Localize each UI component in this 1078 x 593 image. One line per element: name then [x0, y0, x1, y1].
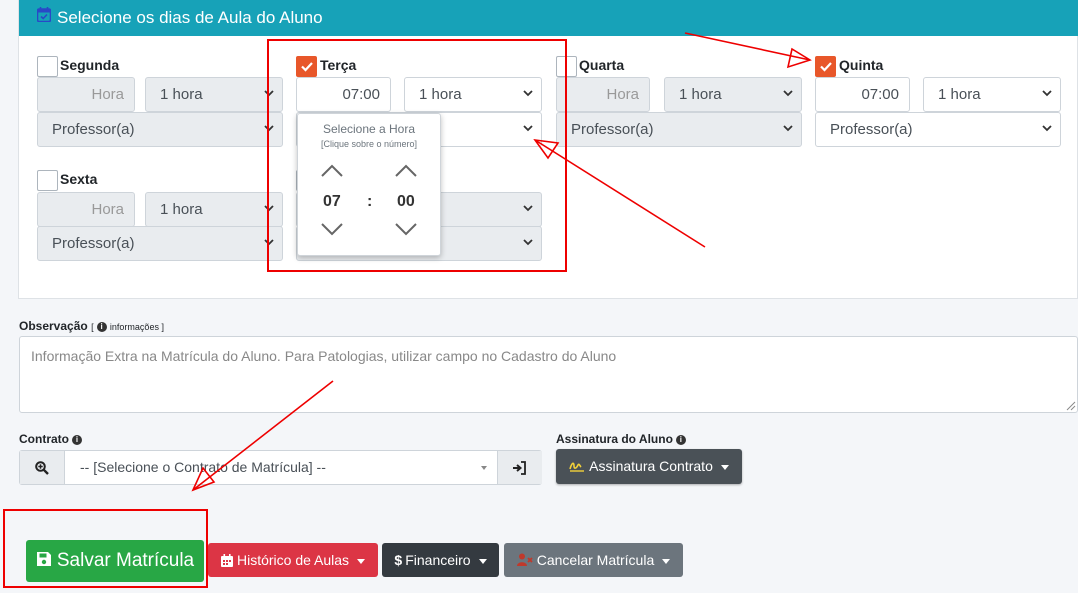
annotation-arrows: [191, 32, 812, 492]
annotation-arrow-terca: [533, 138, 706, 248]
annotation-arrow-quinta: [684, 32, 812, 69]
annotation-arrow-save: [191, 380, 334, 492]
